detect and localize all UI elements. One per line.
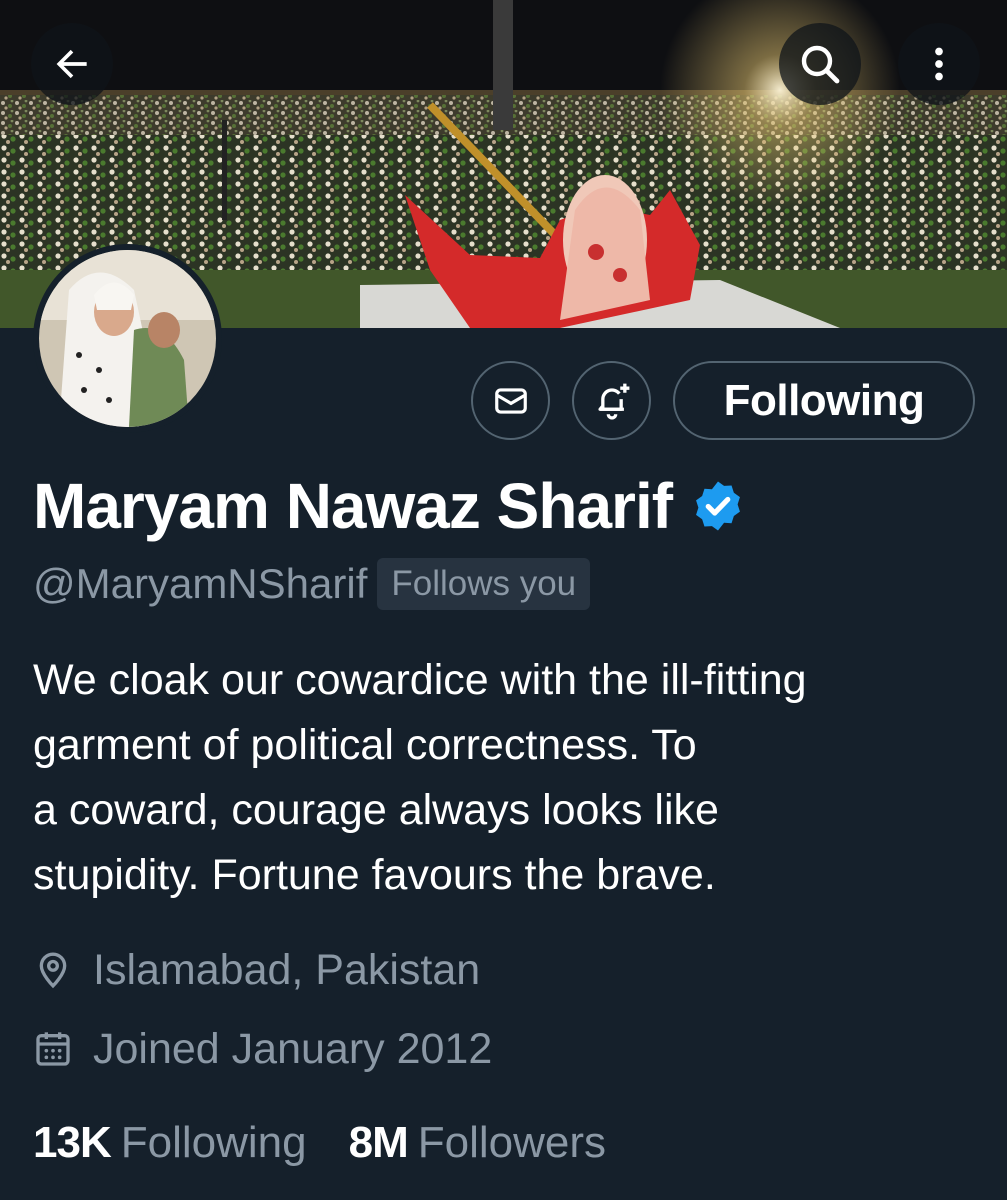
notifications-button[interactable] <box>572 361 651 440</box>
location-pin-icon <box>33 950 77 990</box>
followers-count: 8M <box>348 1118 409 1167</box>
calendar-icon <box>33 1029 77 1069</box>
message-button[interactable] <box>471 361 550 440</box>
name-row: Maryam Nawaz Sharif <box>33 466 746 546</box>
profile-bio: We cloak our cowardice with the ill-fitt… <box>33 656 807 899</box>
following-label: Following <box>120 1118 307 1167</box>
handle-row: @MaryamNSharif Follows you <box>33 556 591 612</box>
joined-date-text: Joined January 2012 <box>93 1024 493 1073</box>
display-name: Maryam Nawaz Sharif <box>33 470 673 542</box>
followers-stat-link[interactable]: 8M Followers <box>349 1118 606 1168</box>
stats-row: 13K Following 8M Followers <box>33 1112 606 1174</box>
envelope-icon <box>494 387 527 414</box>
following-button[interactable]: Following <box>673 361 975 440</box>
avatar[interactable] <box>33 244 222 433</box>
followers-label: Followers <box>417 1118 606 1167</box>
search-icon <box>801 45 840 84</box>
verified-badge-icon[interactable] <box>690 478 746 534</box>
more-vertical-icon <box>935 47 943 81</box>
following-stat-link[interactable]: 13K Following <box>33 1118 307 1168</box>
location-text: Islamabad, Pakistan <box>93 945 481 994</box>
back-button[interactable] <box>31 23 113 105</box>
following-count: 13K <box>33 1118 112 1167</box>
follows-you-badge: Follows you <box>377 558 591 610</box>
avatar-image <box>39 250 216 427</box>
bell-plus-icon <box>597 383 629 419</box>
search-button[interactable] <box>779 23 861 105</box>
profile-handle: @MaryamNSharif <box>33 560 368 607</box>
joined-row: Joined January 2012 <box>33 1019 492 1079</box>
arrow-left-icon <box>56 49 87 79</box>
location-row: Islamabad, Pakistan <box>33 940 480 1000</box>
more-options-button[interactable] <box>898 23 980 105</box>
